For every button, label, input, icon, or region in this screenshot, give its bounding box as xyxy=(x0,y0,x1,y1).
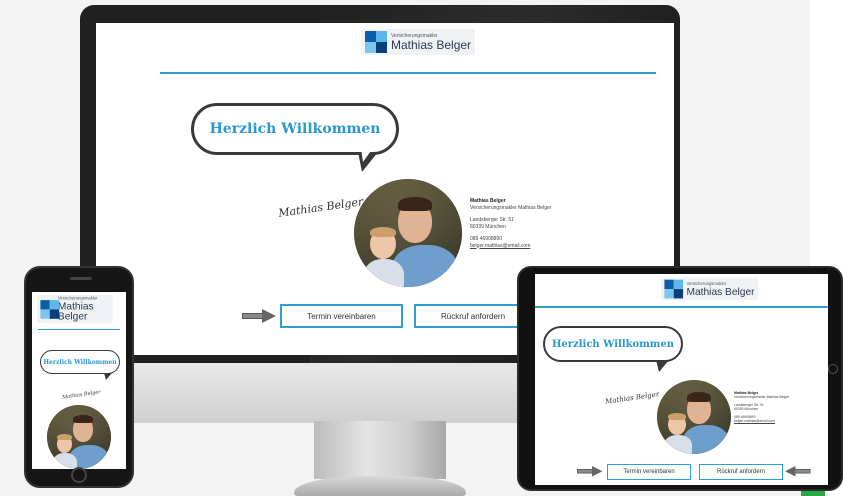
appointment-button[interactable]: Termin vereinbaren xyxy=(280,304,403,328)
phone-greeting-title: Herzlich Willkommen xyxy=(43,358,117,366)
brand-logo[interactable]: Versicherungsmakler Mathias Belger xyxy=(361,29,476,55)
tablet-home-button[interactable] xyxy=(828,364,838,374)
contact-city: 80339 München xyxy=(470,223,506,230)
tablet-portrait-photo xyxy=(657,380,731,454)
arrow-left-icon xyxy=(785,466,811,477)
phone-greeting-bubble: Herzlich Willkommen xyxy=(40,350,120,380)
tablet-contact-block: Mathias Belger Versicherungsmakler Mathi… xyxy=(734,391,790,424)
device-mockup-stage: Versicherungsmakler Mathias Belger Herzl… xyxy=(0,0,843,496)
bubble-tail xyxy=(656,360,669,372)
logo-squares-icon xyxy=(40,299,60,319)
tablet-brand-logo[interactable]: Versicherungsmakler Mathias Belger xyxy=(661,278,758,301)
arrow-right-icon xyxy=(242,309,276,323)
contact-city: 80339 München xyxy=(734,407,759,412)
phone-brand-logo[interactable]: Versicherungsmakler Mathias Belger xyxy=(37,295,113,324)
callback-button[interactable]: Rückruf anfordern xyxy=(414,304,532,328)
tablet-greeting-title: Herzlich Willkommen xyxy=(551,338,675,350)
bubble-tail xyxy=(358,148,378,172)
logo-squares-icon xyxy=(365,31,387,53)
contact-email-link[interactable]: belger.mathias@email.com xyxy=(470,243,551,250)
tablet-callback-button[interactable]: Rückruf anfordern xyxy=(699,464,783,480)
phone-header-divider xyxy=(38,329,120,330)
portrait-photo xyxy=(354,179,462,287)
logo-text: Versicherungsmakler Mathias Belger xyxy=(57,296,109,323)
contact-street: Landsberger Str. 51 xyxy=(470,217,514,223)
tablet-device: Versicherungsmakler Mathias Belger Herzl… xyxy=(517,266,843,491)
tablet-header-divider xyxy=(535,306,828,308)
phone-screen: Versicherungsmakler Mathias Belger Herzl… xyxy=(32,292,126,469)
monitor-stand-neck xyxy=(314,421,446,479)
logo-name: Mathias Belger xyxy=(57,300,94,323)
bubble-tail xyxy=(104,373,112,380)
logo-name: Mathias Belger xyxy=(686,285,755,298)
greeting-title: Herzlich Willkommen xyxy=(209,121,381,137)
tablet-signature: Mathias Belger xyxy=(604,390,660,406)
logo-text: Versicherungsmakler Mathias Belger xyxy=(391,33,472,52)
tablet-greeting-bubble: Herzlich Willkommen xyxy=(543,326,683,372)
contact-phone[interactable]: 089 46908890 xyxy=(470,236,551,243)
signature: Mathias Belger xyxy=(277,195,364,220)
phone-speaker xyxy=(70,277,92,280)
greeting-bubble: Herzlich Willkommen xyxy=(191,103,399,172)
contact-block: Mathias Belger Versicherungsmakler Mathi… xyxy=(470,198,552,250)
tablet-appointment-button[interactable]: Termin vereinbaren xyxy=(607,464,691,480)
contact-company: Versicherungsmakler Mathias Belger xyxy=(470,204,552,211)
phone-signature: Mathias Belger xyxy=(61,389,102,401)
contact-email-link[interactable]: belger.mathias@email.com xyxy=(734,419,789,424)
logo-name: Mathias Belger xyxy=(391,37,472,52)
header-divider xyxy=(160,72,656,74)
phone-device: Versicherungsmakler Mathias Belger Herzl… xyxy=(24,266,134,488)
contact-company: Versicherungsmakler Mathias Belger xyxy=(734,395,790,400)
contact-name: Mathias Belger xyxy=(470,198,506,204)
logo-text: Versicherungsmakler Mathias Belger xyxy=(686,281,755,298)
logo-squares-icon xyxy=(664,279,684,299)
phone-portrait-photo xyxy=(47,405,111,469)
monitor-stand-base xyxy=(294,476,466,496)
tablet-screen: Versicherungsmakler Mathias Belger Herzl… xyxy=(535,274,828,485)
phone-home-button[interactable] xyxy=(71,467,87,483)
arrow-right-icon xyxy=(577,466,603,477)
